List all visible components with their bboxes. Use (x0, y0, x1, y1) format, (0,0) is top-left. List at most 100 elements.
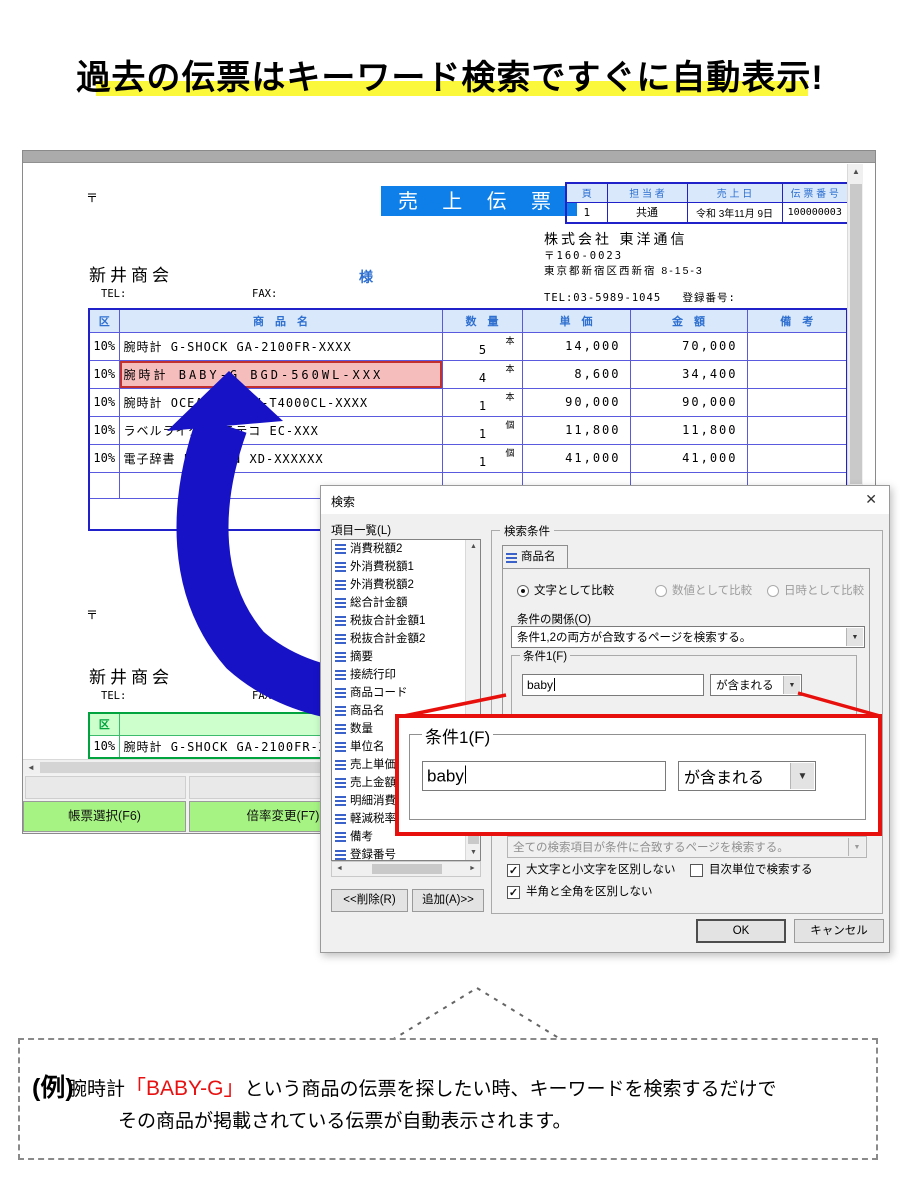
info-header-page: 頁 (566, 183, 607, 202)
col-tax: 区 (89, 713, 119, 735)
list-icon (335, 562, 346, 572)
dialog-titlebar[interactable]: 検索 ✕ (321, 486, 889, 514)
listbox-horizontal-scrollbar[interactable]: ◄ ► (331, 861, 481, 877)
cell-amount: 41,000 (630, 444, 747, 472)
scroll-left-icon[interactable]: ◄ (332, 862, 347, 876)
relation-value: 条件1,2の両方が合致するページを検索する。 (517, 629, 751, 645)
example-keyword: 「BABY-G」 (125, 1077, 244, 1100)
page: 過去の伝票はキーワード検索ですぐに自動表示! 〒 売 上 伝 票 頁 担 当 者… (0, 0, 900, 1201)
checkbox-search-by-index[interactable]: 目次単位で検索する (690, 864, 813, 878)
magnified-callout: 条件1(F) baby が含まれる ▼ (395, 714, 882, 836)
condition1-label: 条件1(F) (520, 648, 570, 664)
text-caret (465, 766, 467, 784)
cell-unit-price: 41,000 (522, 444, 630, 472)
list-icon (335, 688, 346, 698)
list-icon (335, 580, 346, 590)
list-item-label: 売上単価 (350, 759, 396, 771)
slip-info-header-row: 頁 担 当 者 売 上 日 伝 票 番 号 (566, 183, 848, 202)
cell-qty: 個1 (442, 416, 522, 444)
list-icon (335, 850, 346, 860)
cell-amount: 90,000 (630, 388, 747, 416)
dropdown-arrow-icon[interactable]: ▼ (783, 676, 800, 694)
items-header-row: 区 商 品 名 数 量 単 価 金 額 備 考 (89, 309, 847, 332)
form-select-button[interactable]: 帳票選択(F6) (23, 801, 186, 832)
ok-button[interactable]: OK (696, 919, 786, 943)
checkbox-ignore-case[interactable]: ✓ 大文字と小文字を区別しない (507, 864, 676, 878)
info-value-person: 共通 (607, 202, 687, 223)
scroll-up-icon[interactable]: ▲ (466, 540, 481, 554)
cell-product-highlighted: 腕時計 BABY-G BGD-560WL-XXX (119, 360, 442, 388)
list-icon (335, 778, 346, 788)
list-item[interactable]: 商品コード (332, 684, 480, 702)
radio-compare-text[interactable]: 文字として比較 (517, 585, 614, 599)
info-header-number: 伝 票 番 号 (782, 183, 848, 202)
list-item-label: 税抜合計金額1 (350, 615, 425, 627)
field-list-label: 項目一覧(L) (331, 522, 391, 538)
condition1-group: 条件1(F) baby が含まれる ▼ (511, 655, 857, 721)
example-box: (例) 腕時計「BABY-G」という商品の伝票を探したい時、キーワードを検索する… (18, 1038, 878, 1160)
scrollbar-thumb[interactable] (372, 864, 442, 874)
list-icon (335, 544, 346, 554)
col-unit-price: 単 価 (522, 309, 630, 332)
checkbox-label: 目次単位で検索する (709, 864, 813, 876)
list-item[interactable]: 摘要 (332, 648, 480, 666)
table-row: 10% ラベルライター ラテコ EC-XXX 個1 11,800 11,800 (89, 416, 847, 444)
remove-button[interactable]: <<削除(R) (331, 889, 408, 912)
add-button[interactable]: 追加(A)>> (412, 889, 484, 912)
list-item[interactable]: 消費税額2 (332, 540, 480, 558)
list-item[interactable]: 接続行印 (332, 666, 480, 684)
list-icon (335, 724, 346, 734)
list-item[interactable]: 外消費税額2 (332, 576, 480, 594)
radio-compare-number[interactable]: 数値として比較 (655, 585, 752, 599)
list-item[interactable]: 総合計金額 (332, 594, 480, 612)
cell-tax: 10% (89, 444, 119, 472)
dropdown-arrow-icon: ▼ (848, 838, 865, 856)
list-item[interactable]: 税抜合計金額1 (332, 612, 480, 630)
list-item-label: 商品コード (350, 687, 408, 699)
scrollbar-thumb[interactable] (850, 184, 862, 484)
slip-info-value-row: 1 共通 令和 3年11月 9日 100000003 (566, 202, 848, 223)
cell-product: 電子辞書 EX-word XD-XXXXXX (119, 444, 442, 472)
seller-tel: TEL:03-5989-1045 登録番号: (544, 290, 736, 305)
cell-note (747, 360, 847, 388)
scroll-left-icon[interactable]: ◄ (23, 760, 39, 775)
dialog-title: 検索 (331, 493, 355, 510)
slip-title: 売 上 伝 票 (381, 186, 577, 216)
scroll-right-icon[interactable]: ► (465, 862, 480, 876)
cell-amount: 70,000 (630, 332, 747, 360)
group-legend: 検索条件 (500, 523, 554, 539)
customer-tel-label: TEL: (101, 288, 126, 300)
radio-compare-datetime[interactable]: 日時として比較 (767, 585, 864, 599)
customer-name-2: 新井商会 (89, 663, 173, 688)
list-icon (335, 652, 346, 662)
tab-product-name[interactable]: 商品名 (502, 545, 568, 569)
condition1-operator-dropdown[interactable]: が含まれる ▼ (710, 674, 802, 696)
list-item-label: 備考 (350, 831, 373, 843)
col-product: 商 品 名 (119, 309, 442, 332)
checkbox-label: 半角と全角を区別しない (526, 886, 653, 898)
cell-qty: 本1 (442, 388, 522, 416)
list-item-label: 数量 (350, 723, 373, 735)
info-header-date: 売 上 日 (687, 183, 782, 202)
cell-note (747, 388, 847, 416)
list-item[interactable]: 外消費税額1 (332, 558, 480, 576)
scroll-down-icon[interactable]: ▼ (466, 846, 481, 860)
table-row: 10% 腕時計 OCEANUS OCW-T4000CL-XXXX 本1 90,0… (89, 388, 847, 416)
cell-note (747, 416, 847, 444)
close-icon[interactable]: ✕ (865, 491, 877, 508)
scroll-up-icon[interactable]: ▲ (848, 164, 864, 179)
list-item[interactable]: 税抜合計金額2 (332, 630, 480, 648)
table-row-highlighted: 10% 腕時計 BABY-G BGD-560WL-XXX 本4 8,600 34… (89, 360, 847, 388)
list-icon (335, 634, 346, 644)
relation-dropdown[interactable]: 条件1,2の両方が合致するページを検索する。 ▼ (511, 626, 865, 648)
dropdown-arrow-icon[interactable]: ▼ (846, 628, 863, 646)
list-item-label: 税抜合計金額2 (350, 633, 425, 645)
list-icon (335, 616, 346, 626)
cancel-button[interactable]: キャンセル (794, 919, 884, 943)
example-text-after: という商品の伝票を探したい時、キーワードを検索するだけで (244, 1079, 776, 1100)
list-item[interactable]: 登録番号 (332, 846, 480, 861)
info-value-page: 1 (566, 202, 607, 223)
cell-note (747, 444, 847, 472)
checkbox-ignore-width[interactable]: ✓ 半角と全角を区別しない (507, 886, 653, 900)
condition1-input[interactable]: baby (522, 674, 704, 696)
